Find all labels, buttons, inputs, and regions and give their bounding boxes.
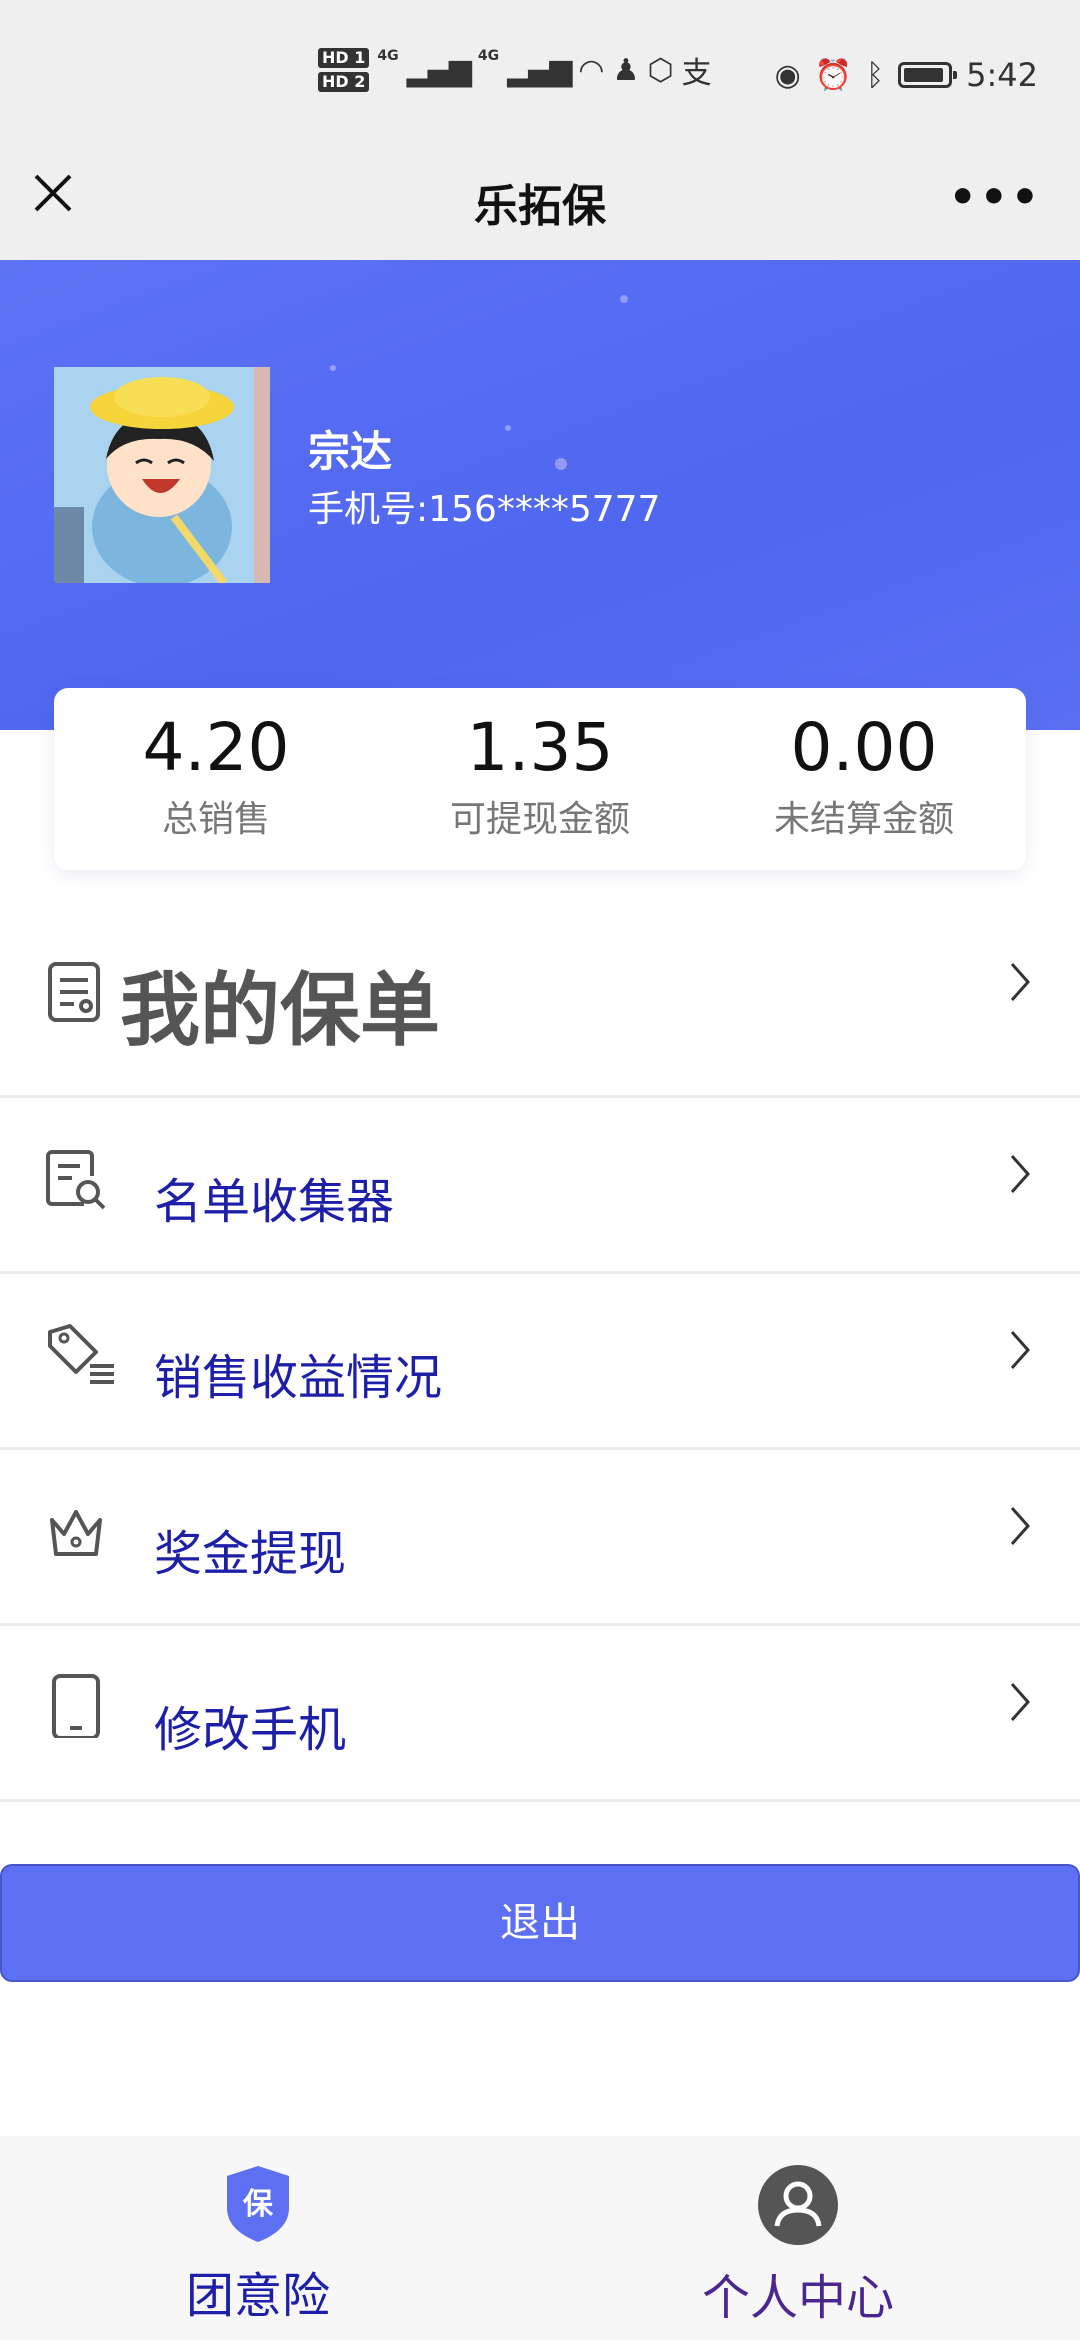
- decor-dot: [505, 425, 511, 431]
- hd1-badge: HD 1: [318, 48, 370, 68]
- stat-value: 1.35: [466, 709, 614, 786]
- menu-item-bonus-withdraw[interactable]: 奖金提现: [0, 1450, 1080, 1626]
- insurance-shield-icon: 保: [227, 2166, 289, 2242]
- bluetooth-icon: ᛒ: [866, 57, 885, 93]
- stat-unsettled[interactable]: 0.00 未结算金额: [702, 688, 1026, 870]
- chevron-right-icon: [1010, 1331, 1031, 1369]
- tab-group-accident[interactable]: 保 团意险: [108, 2164, 408, 2326]
- status-bar-right: ◉ ⏰ ᛒ 5:42: [775, 56, 1038, 94]
- tab-personal-center[interactable]: 个人中心: [648, 2164, 948, 2328]
- battery-icon: [898, 62, 958, 88]
- avatar[interactable]: [54, 367, 270, 583]
- stat-value: 4.20: [142, 709, 290, 786]
- decor-dot: [330, 365, 336, 371]
- page-title: 乐拓保: [474, 181, 606, 232]
- tab-bar: 保 团意险 个人中心: [0, 2136, 1080, 2340]
- tab-label: 个人中心: [701, 2270, 894, 2326]
- status-bar: HD 1 HD 2 4G ▂▄▆ 4G ▂▄▆ ◠ ♟ ⬡ 支 ◉ ⏰ ᛒ 5:…: [0, 0, 1080, 150]
- stat-label: 未结算金额: [773, 799, 954, 840]
- user-phone: 手机号:156****5777: [308, 489, 661, 530]
- stat-withdrawable[interactable]: 1.35 可提现金额: [378, 688, 702, 870]
- wifi-icon: ◠: [578, 52, 605, 88]
- shield-icon: ⬡: [647, 52, 674, 88]
- alipay-icon: 支: [681, 56, 712, 91]
- clock: 5:42: [966, 56, 1038, 94]
- menu-item-list-collector[interactable]: 名单收集器: [0, 1098, 1080, 1274]
- stat-label: 总销售: [161, 799, 270, 840]
- chevron-right-icon: [1010, 1155, 1031, 1193]
- menu-item-sales-earnings[interactable]: 销售收益情况: [0, 1274, 1080, 1450]
- net2-label: 4G: [477, 48, 500, 64]
- menu-list: 我的保单 名单收集器 销售收益情况 奖金提现 修改手机: [0, 890, 1080, 1802]
- menu-label: 名单收集器: [154, 1174, 395, 1230]
- menu-label: 销售收益情况: [154, 1350, 443, 1406]
- qq-icon: ♟: [612, 52, 640, 88]
- menu-item-change-phone[interactable]: 修改手机: [0, 1626, 1080, 1802]
- chevron-right-icon: [1010, 963, 1031, 1001]
- decor-dot: [555, 458, 567, 470]
- tag-icon: [48, 1324, 114, 1384]
- shield-label: 保: [243, 2187, 274, 2222]
- stat-label: 可提现金额: [449, 799, 630, 840]
- menu-label: 我的保单: [120, 964, 440, 1057]
- stats-card: 4.20 总销售 1.35 可提现金额 0.00 未结算金额: [54, 688, 1026, 870]
- eye-icon: ◉: [774, 57, 801, 93]
- avatar-image: [54, 367, 270, 583]
- document-search-icon: [46, 1150, 106, 1210]
- chevron-right-icon: [1010, 1683, 1031, 1721]
- stat-total-sales[interactable]: 4.20 总销售: [54, 688, 378, 870]
- hd2-badge: HD 2: [318, 72, 370, 92]
- menu-label: 修改手机: [154, 1702, 347, 1758]
- menu-item-my-policies[interactable]: 我的保单: [0, 890, 1080, 1098]
- user-name: 宗达: [308, 427, 393, 476]
- menu-label: 奖金提现: [154, 1526, 347, 1582]
- chevron-right-icon: [1010, 1507, 1031, 1545]
- logout-button[interactable]: 退出: [0, 1864, 1080, 1982]
- user-icon: [758, 2165, 838, 2245]
- status-bar-left: HD 1 HD 2 4G ▂▄▆ 4G ▂▄▆ ◠ ♟ ⬡ 支: [318, 48, 712, 92]
- crown-icon: [50, 1510, 102, 1556]
- policy-document-icon: [48, 962, 100, 1022]
- stat-value: 0.00: [790, 709, 938, 786]
- tab-label: 团意险: [185, 2268, 330, 2324]
- alarm-icon: ⏰: [814, 57, 853, 93]
- hd-badges: HD 1 HD 2: [318, 48, 370, 92]
- more-icon[interactable]: •••: [949, 172, 1042, 223]
- net1-label: 4G: [377, 48, 399, 64]
- signal-icon: ▂▄▆: [507, 52, 572, 88]
- nav-bar: 乐拓保 •••: [0, 150, 1080, 260]
- phone-icon: [52, 1674, 100, 1738]
- decor-dot: [620, 295, 628, 303]
- signal-icon: ▂▄▆: [406, 52, 472, 88]
